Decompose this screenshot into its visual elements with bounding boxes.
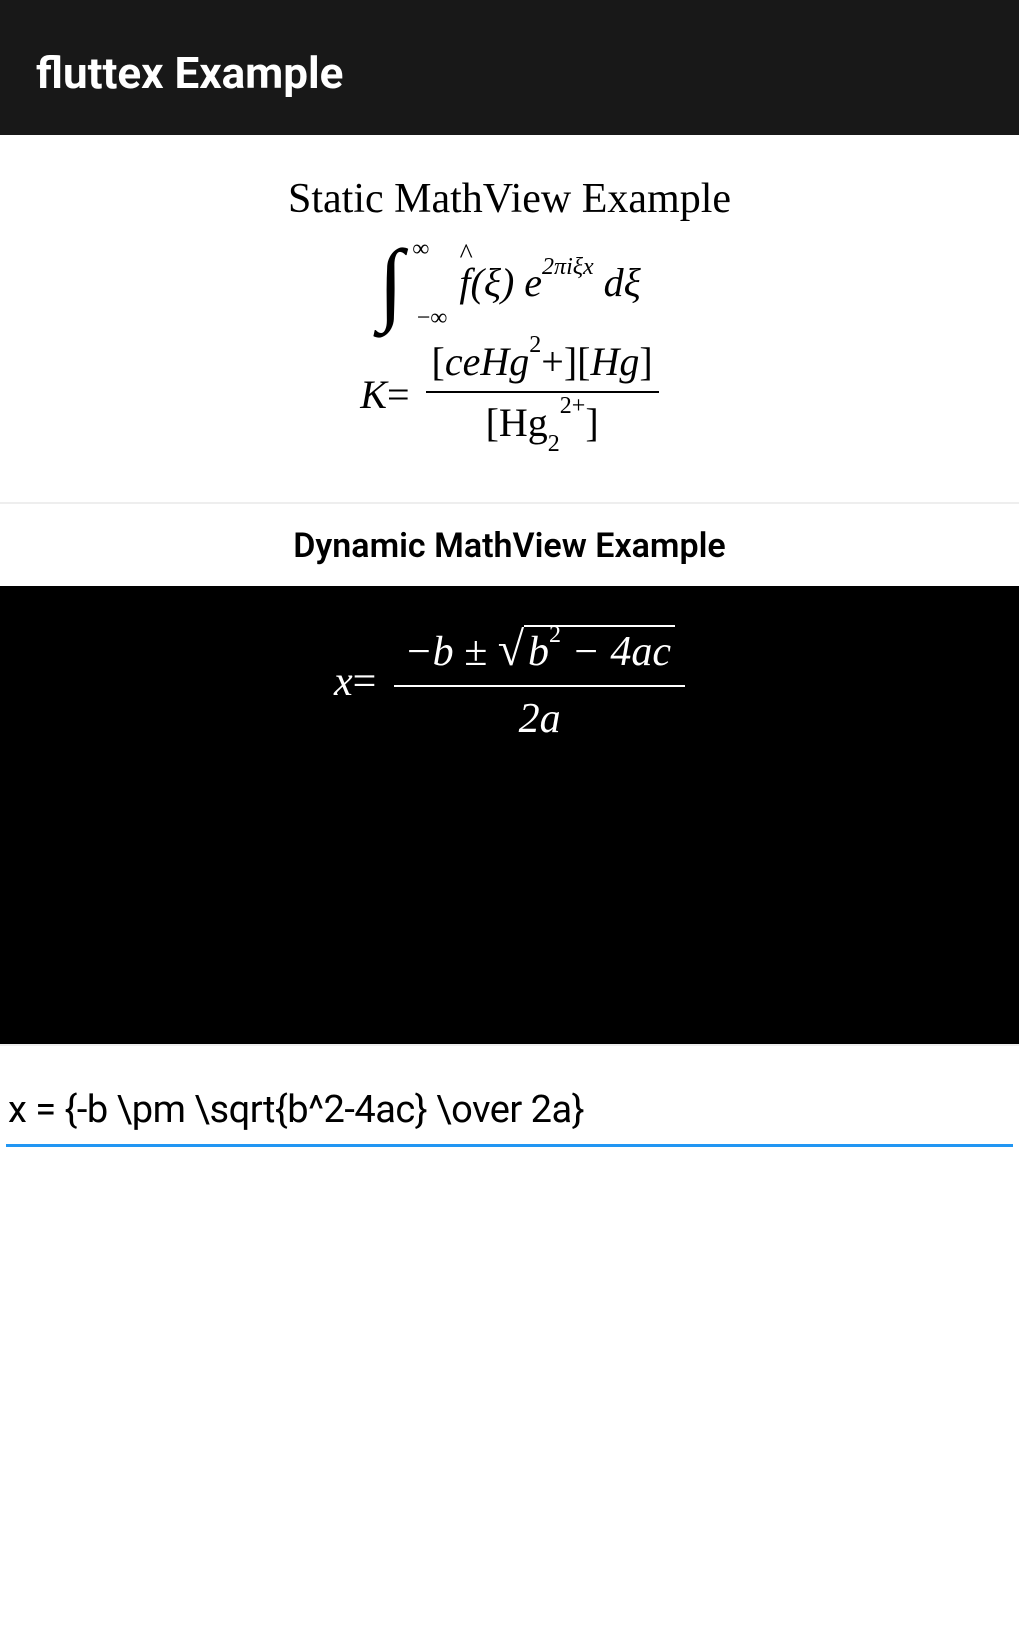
k-fraction: [ceHg2+][Hg] [Hg22+] xyxy=(426,338,659,452)
integral-expression: ∫ ∞ −∞ f(ξ) e2πiξx dξ xyxy=(0,241,1019,324)
quadratic-formula: x = −b ± √b2 − 4ac 2a xyxy=(0,622,1019,743)
integral-upper-limit: ∞ xyxy=(412,239,429,261)
sqrt-icon: √ xyxy=(498,623,524,676)
quadratic-numerator: −b ± √b2 − 4ac xyxy=(394,622,685,687)
quadratic-denominator: 2a xyxy=(394,687,685,743)
app-bar: fluttex Example xyxy=(0,0,1019,135)
f-hat: f xyxy=(459,259,470,306)
hg-sup: 2+ xyxy=(560,393,586,419)
e-base: e xyxy=(524,260,542,305)
latex-input-row xyxy=(0,1076,1019,1147)
k-numerator: [ceHg2+][Hg] xyxy=(426,338,659,393)
integral-lower-limit: −∞ xyxy=(417,308,448,330)
neg-b-pm: −b ± xyxy=(404,629,497,675)
f-arg: (ξ) xyxy=(471,260,525,305)
integrand: f(ξ) e2πiξx dξ xyxy=(459,259,640,306)
quadratic-fraction: −b ± √b2 − 4ac 2a xyxy=(394,622,685,743)
integral-sign-icon: ∫ ∞ −∞ xyxy=(378,241,403,324)
equals-sign: = xyxy=(387,371,410,418)
dynamic-mathview-section: Dynamic MathView Example x = −b ± √b2 − … xyxy=(0,504,1019,1046)
dynamic-section-title: Dynamic MathView Example xyxy=(0,504,1019,586)
dynamic-render-area: x = −b ± √b2 − 4ac 2a xyxy=(0,586,1019,1046)
static-section-title: Static MathView Example xyxy=(0,175,1019,223)
e-exponent: 2πiξx xyxy=(542,254,594,280)
static-mathview-section: Static MathView Example ∫ ∞ −∞ f(ξ) e2πi… xyxy=(0,135,1019,504)
k-equation: K = [ceHg2+][Hg] [Hg22+] xyxy=(0,338,1019,452)
k-denominator: [Hg22+] xyxy=(426,393,659,452)
latex-input[interactable] xyxy=(6,1076,1013,1147)
d-xi: dξ xyxy=(594,260,641,305)
sqrt-content: b2 − 4ac xyxy=(524,625,675,675)
x-lhs: x xyxy=(334,658,353,706)
equals-sign-2: = xyxy=(353,658,377,706)
hg-sub: 2 xyxy=(548,431,560,457)
k-lhs: K xyxy=(360,371,387,418)
app-bar-title: fluttex Example xyxy=(36,47,343,99)
